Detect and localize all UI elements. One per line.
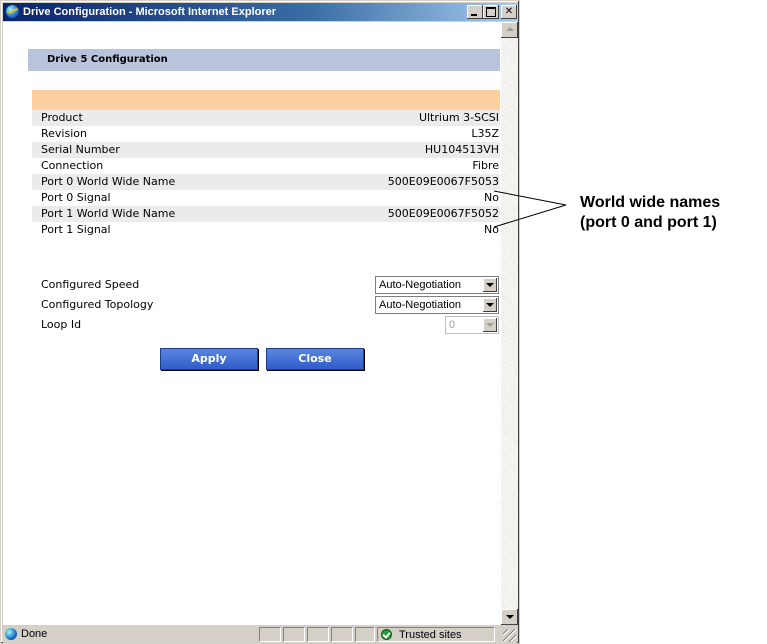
page-header: Drive 5 Configuration <box>28 49 500 71</box>
status-panel <box>331 627 353 642</box>
info-value: Ultrium 3-SCSI <box>418 111 499 124</box>
info-label: Revision <box>41 127 87 140</box>
info-value: 500E09E0067F5053 <box>387 175 499 188</box>
info-value: L35Z <box>471 127 499 140</box>
info-row-port1-signal: Port 1 Signal No <box>32 222 500 238</box>
topology-select[interactable]: Auto-Negotiation <box>375 296 499 314</box>
info-label: Port 1 World Wide Name <box>41 207 176 220</box>
security-zone-text: Trusted sites <box>399 629 462 641</box>
info-value: 500E09E0067F5052 <box>387 207 499 220</box>
info-row-port0-signal: Port 0 Signal No <box>32 190 500 206</box>
window-title: Drive Configuration - Microsoft Internet… <box>23 6 277 18</box>
security-zone-panel: Trusted sites <box>377 627 495 642</box>
info-label: Port 0 World Wide Name <box>41 175 176 188</box>
setting-row-topology: Configured Topology Auto-Negotiation <box>41 295 499 315</box>
topology-label: Configured Topology <box>41 298 154 311</box>
internet-explorer-icon <box>6 5 19 18</box>
info-row-connection: Connection Fibre <box>32 158 500 174</box>
scroll-down-button[interactable] <box>501 609 518 625</box>
callout-line-port0 <box>493 190 567 206</box>
info-label: Connection <box>41 159 104 172</box>
info-value: Fibre <box>472 159 499 172</box>
scroll-up-button[interactable] <box>501 22 518 38</box>
apply-button[interactable]: Apply <box>160 348 258 370</box>
info-row-port1-wwn: Port 1 World Wide Name 500E09E0067F5052 <box>32 206 500 222</box>
status-panel <box>307 627 329 642</box>
ie-window: Drive Configuration - Microsoft Internet… <box>0 0 520 644</box>
callout-line-port1 <box>493 204 567 228</box>
callout-line1: World wide names <box>580 194 721 211</box>
info-label: Product <box>41 111 83 124</box>
status-bar: Done Trusted sites <box>3 626 517 643</box>
chevron-down-icon[interactable] <box>483 278 497 292</box>
drive-info-table: Product Ultrium 3-SCSI Revision L35Z Ser… <box>32 110 500 238</box>
info-row-serial-number: Serial Number HU104513VH <box>32 142 500 158</box>
close-window-button[interactable]: ✕ <box>501 5 517 19</box>
settings-form: Configured Speed Auto-Negotiation Config… <box>41 275 499 335</box>
vertical-scrollbar[interactable] <box>501 22 518 625</box>
speed-selected-value: Auto-Negotiation <box>379 279 461 291</box>
info-row-revision: Revision L35Z <box>32 126 500 142</box>
info-value: HU104513VH <box>424 143 499 156</box>
resize-grip[interactable] <box>503 629 516 642</box>
info-row-product: Product Ultrium 3-SCSI <box>32 110 500 126</box>
loop-id-selected-value: 0 <box>449 319 456 331</box>
status-panel <box>259 627 281 642</box>
table-header-bar <box>32 90 500 110</box>
speed-label: Configured Speed <box>41 278 140 291</box>
status-panel <box>355 627 375 642</box>
callout-annotation: World wide names (port 0 and port 1) <box>580 193 767 233</box>
close-button[interactable]: Close <box>266 348 364 370</box>
loop-id-label: Loop Id <box>41 318 82 331</box>
loop-id-select[interactable]: 0 <box>445 316 499 334</box>
minimize-button[interactable] <box>467 5 483 19</box>
page-icon <box>5 628 17 640</box>
title-bar[interactable]: Drive Configuration - Microsoft Internet… <box>3 3 517 21</box>
status-panel <box>283 627 305 642</box>
setting-row-speed: Configured Speed Auto-Negotiation <box>41 275 499 295</box>
info-label: Port 1 Signal <box>41 223 111 236</box>
callout-lines <box>493 190 567 228</box>
speed-select[interactable]: Auto-Negotiation <box>375 276 499 294</box>
page-viewport: Drive 5 Configuration Product Ultrium 3-… <box>3 22 501 625</box>
info-label: Serial Number <box>41 143 120 156</box>
maximize-button[interactable] <box>483 5 499 19</box>
chevron-down-icon[interactable] <box>483 318 497 332</box>
status-text: Done <box>21 628 48 640</box>
topology-selected-value: Auto-Negotiation <box>379 299 461 311</box>
page-title: Drive 5 Configuration <box>47 54 168 65</box>
setting-row-loop-id: Loop Id 0 <box>41 315 499 335</box>
info-row-port0-wwn: Port 0 World Wide Name 500E09E0067F5053 <box>32 174 500 190</box>
chevron-down-icon[interactable] <box>483 298 497 312</box>
callout-line2: (port 0 and port 1) <box>580 214 717 231</box>
info-label: Port 0 Signal <box>41 191 111 204</box>
trusted-check-icon <box>381 629 392 640</box>
